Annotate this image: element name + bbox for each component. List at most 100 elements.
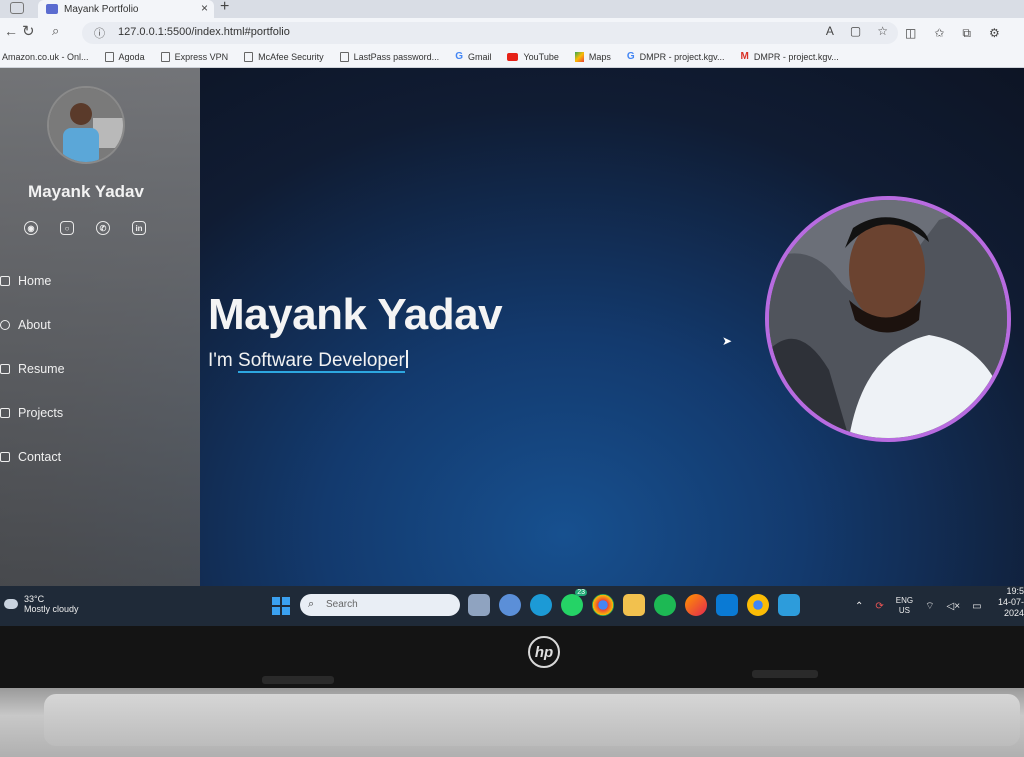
laptop-base-edge bbox=[44, 694, 1020, 746]
system-tray: ⌃ ⟳ ENG US ⌔ ◁× ▭ bbox=[855, 596, 982, 616]
nav-projects[interactable]: Projects bbox=[0, 406, 63, 420]
bookmark-dmpr-2[interactable]: M DMPR - project.kgv... bbox=[741, 51, 839, 62]
linkedin-icon[interactable]: in bbox=[132, 221, 146, 235]
address-bar-row: ← ↻ ⌕ ⓘ 127.0.0.1:5500/index.html#portfo… bbox=[0, 18, 1024, 46]
whatsapp-icon[interactable]: ✆ bbox=[96, 221, 110, 235]
close-icon[interactable]: × bbox=[201, 1, 208, 15]
tab-actions-icon[interactable] bbox=[10, 2, 24, 14]
bookmark-youtube[interactable]: YouTube bbox=[507, 52, 559, 62]
bookmark-gmail[interactable]: G Gmail bbox=[455, 51, 491, 62]
collections-icon[interactable]: ⧉ bbox=[962, 26, 971, 41]
wifi-icon[interactable]: ⌔ bbox=[925, 600, 934, 613]
page-icon bbox=[104, 51, 114, 62]
github-icon[interactable]: ◉ bbox=[24, 221, 38, 235]
youtube-icon bbox=[507, 52, 519, 61]
info-icon[interactable]: ⓘ bbox=[94, 25, 105, 41]
language-indicator[interactable]: ENG US bbox=[896, 596, 913, 616]
whatsapp-badge: 23 bbox=[575, 589, 587, 596]
profile-photo bbox=[765, 196, 1011, 442]
pinned-apps: 23 bbox=[468, 589, 800, 616]
taskbar-search[interactable]: ⌕ Search bbox=[300, 594, 460, 616]
cloud-icon bbox=[4, 599, 18, 609]
split-view-icon[interactable]: ◫ bbox=[905, 26, 916, 41]
hero-prefix: I'm bbox=[208, 350, 239, 371]
chevron-up-icon[interactable]: ⌃ bbox=[855, 601, 863, 612]
speaker-icon[interactable]: ◁× bbox=[947, 601, 961, 612]
maps-icon bbox=[574, 51, 584, 62]
bookmark-mcafee[interactable]: McAfee Security bbox=[244, 51, 324, 62]
firefox-icon[interactable] bbox=[685, 594, 707, 616]
tab-title: Mayank Portfolio bbox=[64, 3, 139, 15]
chrome-canary-icon[interactable] bbox=[747, 594, 769, 616]
weather-temp: 33°C bbox=[24, 594, 45, 604]
sync-icon[interactable]: ⟳ bbox=[875, 601, 883, 612]
nav-home[interactable]: Home bbox=[0, 274, 51, 288]
hp-logo: hp bbox=[528, 636, 560, 668]
search-icon[interactable]: ⌕ bbox=[52, 23, 59, 39]
battery-icon[interactable]: ▭ bbox=[972, 601, 981, 612]
photo-of-laptop-screen: Mayank Portfolio × + ← ↻ ⌕ ⓘ 127.0.0.1:5… bbox=[0, 0, 1024, 757]
hero-title: Mayank Yadav bbox=[208, 290, 503, 339]
person-icon bbox=[0, 320, 10, 330]
bookmark-amazon[interactable]: Amazon.co.uk - Onl... bbox=[2, 52, 89, 62]
bookmark-maps[interactable]: Maps bbox=[574, 51, 611, 62]
google-icon: G bbox=[455, 51, 463, 62]
bezel-foot-left bbox=[262, 676, 334, 684]
reload-icon[interactable]: ↻ bbox=[22, 22, 35, 40]
vscode-icon[interactable] bbox=[716, 594, 738, 616]
favorite-star-icon[interactable]: ☆ bbox=[877, 24, 888, 38]
nav-contact[interactable]: Contact bbox=[0, 450, 61, 464]
hero-subtitle: I'm Software Developer bbox=[208, 350, 408, 373]
weather-widget[interactable]: 33°C Mostly cloudy bbox=[4, 594, 79, 614]
sidebar: Mayank Yadav ◉ ○ ✆ in Home About Resume … bbox=[0, 68, 200, 586]
windows-taskbar: 33°C Mostly cloudy ⌕ Search 23 ⌃ ⟳ ENG U… bbox=[0, 586, 1024, 626]
avatar bbox=[47, 86, 125, 164]
task-view-icon[interactable] bbox=[468, 594, 490, 616]
split-screen-icon[interactable]: ▢ bbox=[850, 24, 861, 38]
search-icon: ⌕ bbox=[308, 598, 315, 610]
new-tab-icon[interactable]: + bbox=[220, 0, 229, 16]
clock-date: 14-07-2024 bbox=[997, 597, 1024, 618]
tab-bar: Mayank Portfolio × + bbox=[0, 0, 1024, 18]
nav-about[interactable]: About bbox=[0, 318, 51, 332]
page-icon bbox=[244, 51, 254, 62]
bookmarks-bar: Amazon.co.uk - Onl... Agoda Express VPN … bbox=[0, 46, 1024, 68]
favorites-icon[interactable]: ✩ bbox=[934, 26, 944, 41]
file-icon bbox=[0, 364, 10, 374]
mouse-pointer-icon: ➤ bbox=[722, 334, 733, 348]
extensions-icon[interactable]: ⚙ bbox=[989, 26, 1000, 41]
address-bar[interactable]: ⓘ 127.0.0.1:5500/index.html#portfolio A … bbox=[82, 22, 898, 44]
read-aloud-icon[interactable]: A bbox=[826, 24, 834, 38]
file-explorer-icon[interactable] bbox=[623, 594, 645, 616]
clock-time: 19:5 bbox=[1006, 586, 1024, 596]
edge-icon[interactable] bbox=[530, 594, 552, 616]
browser-toolbar: ◫ ✩ ⧉ ⚙ bbox=[905, 26, 1000, 41]
bookmark-agoda[interactable]: Agoda bbox=[104, 51, 145, 62]
windows-start-icon[interactable] bbox=[272, 597, 290, 615]
bookmark-lastpass[interactable]: LastPass password... bbox=[339, 51, 439, 62]
search-placeholder: Search bbox=[326, 599, 358, 610]
instagram-icon[interactable]: ○ bbox=[60, 221, 74, 235]
chrome-icon[interactable] bbox=[592, 594, 614, 616]
typed-role: Software Developer bbox=[238, 350, 405, 373]
bookmark-dmpr-1[interactable]: G DMPR - project.kgv... bbox=[627, 51, 725, 62]
page-icon bbox=[339, 51, 349, 62]
chat-icon[interactable] bbox=[499, 594, 521, 616]
clock[interactable]: 19:5 14-07-2024 bbox=[984, 586, 1024, 619]
sidebar-name: Mayank Yadav bbox=[28, 182, 144, 201]
nav-resume[interactable]: Resume bbox=[0, 362, 65, 376]
bookmark-express-vpn[interactable]: Express VPN bbox=[160, 51, 228, 62]
envelope-icon bbox=[0, 452, 10, 462]
portfolio-page: Mayank Yadav ◉ ○ ✆ in Home About Resume … bbox=[0, 68, 1024, 586]
bezel-foot-right bbox=[752, 670, 818, 678]
app-icon[interactable] bbox=[778, 594, 800, 616]
back-icon[interactable]: ← bbox=[4, 23, 18, 39]
home-icon bbox=[0, 276, 10, 286]
tab-mayank-portfolio[interactable]: Mayank Portfolio × bbox=[38, 0, 214, 18]
page-icon bbox=[160, 51, 170, 62]
url-text[interactable]: 127.0.0.1:5500/index.html#portfolio bbox=[118, 26, 290, 38]
whatsapp-icon[interactable]: 23 bbox=[561, 589, 587, 616]
address-bar-actions: A ▢ ☆ bbox=[826, 24, 888, 38]
favicon-icon bbox=[46, 4, 58, 14]
spotify-icon[interactable] bbox=[654, 594, 676, 616]
